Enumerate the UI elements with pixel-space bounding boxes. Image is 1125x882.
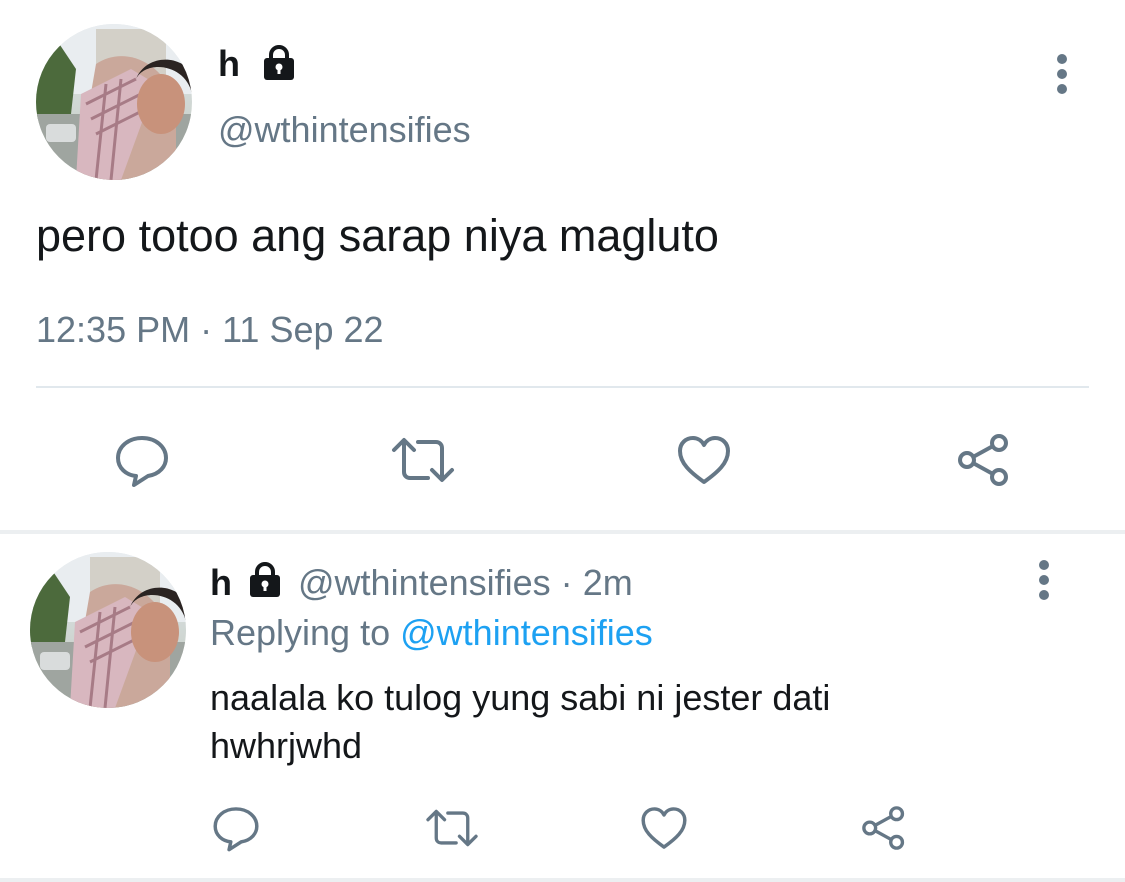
avatar[interactable] [36, 24, 192, 180]
reply-header: h @wthintensifies · 2m [210, 560, 633, 606]
like-button[interactable] [672, 428, 736, 492]
reply-button[interactable] [208, 800, 264, 856]
tweet-timestamp[interactable]: 12:35 PM · 11 Sep 22 [36, 306, 384, 354]
section-divider [0, 878, 1125, 882]
tweet-text: naalala ko tulog yung sabi ni jester dat… [210, 674, 1010, 770]
lock-icon [246, 561, 284, 599]
more-vertical-icon[interactable] [1046, 52, 1078, 96]
share-icon [958, 434, 1008, 486]
like-button[interactable] [636, 800, 692, 856]
retweet-icon [392, 438, 454, 482]
heart-icon [678, 436, 730, 484]
share-button[interactable] [952, 428, 1016, 492]
display-name[interactable]: h [218, 40, 240, 88]
tweet-text-line: hwhrjwhd [210, 725, 363, 766]
share-button[interactable] [856, 800, 912, 856]
handle[interactable]: @wthintensifies [218, 106, 471, 154]
tweet-text-line: naalala ko tulog yung sabi ni jester dat… [210, 677, 831, 718]
retweet-button[interactable] [422, 800, 482, 856]
share-icon [862, 806, 905, 850]
lock-icon [260, 44, 298, 82]
reply-button[interactable] [110, 428, 174, 492]
replying-to: Replying to @wthintensifies [210, 610, 653, 656]
tweet-text: pero totoo ang sarap niya magluto [36, 210, 719, 261]
avatar-photo [36, 24, 192, 180]
heart-icon [641, 807, 687, 849]
handle[interactable]: @wthintensifies [298, 562, 551, 603]
avatar[interactable] [30, 552, 186, 708]
display-name[interactable]: h [210, 562, 232, 603]
reply-icon [116, 436, 168, 487]
avatar-photo [30, 552, 186, 708]
replying-to-label: Replying to [210, 612, 391, 653]
section-divider [0, 530, 1125, 534]
retweet-icon [426, 809, 478, 847]
relative-time[interactable]: 2m [583, 562, 633, 603]
more-vertical-icon[interactable] [1028, 558, 1060, 602]
divider [36, 386, 1089, 388]
retweet-button[interactable] [388, 428, 458, 492]
reply-icon [213, 807, 259, 852]
separator-dot: · [560, 562, 573, 603]
mention-link[interactable]: @wthintensifies [400, 612, 653, 653]
